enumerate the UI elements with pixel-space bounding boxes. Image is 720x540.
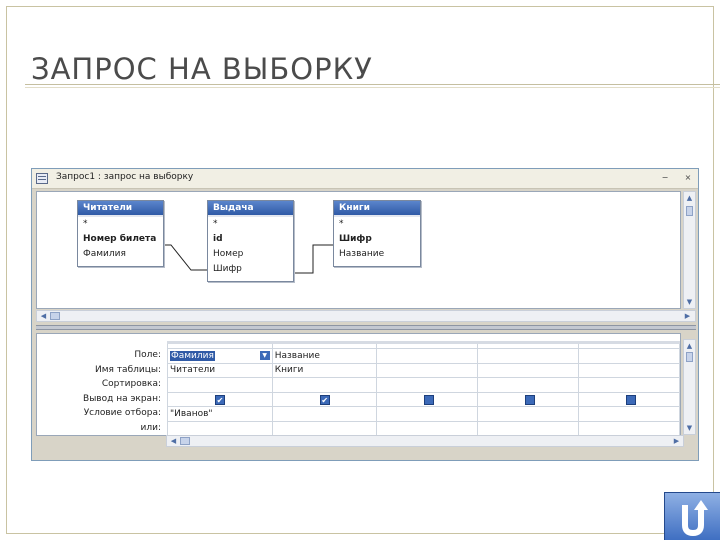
table-books-title[interactable]: Книги (334, 201, 420, 217)
field-item-key[interactable]: Номер билета (78, 232, 163, 247)
show-cell (578, 391, 680, 407)
table-issue-title[interactable]: Выдача (208, 201, 293, 217)
field-item[interactable]: * (78, 217, 163, 232)
window-titlebar[interactable]: Запрос1 : запрос на выборку − × (32, 169, 698, 189)
query-grid-pane: Поле: Имя таблицы: Сортировка: Вывод на … (36, 333, 681, 436)
row-label-or: или: (140, 422, 161, 433)
sort-cell[interactable] (167, 377, 273, 393)
field-cell[interactable]: Фамилия ▼ (167, 348, 273, 364)
window-bottom-bar (32, 449, 698, 460)
scroll-right-icon[interactable]: ▶ (682, 312, 693, 320)
query-icon (36, 173, 48, 184)
field-item[interactable]: Название (334, 247, 420, 262)
sort-cell[interactable] (271, 377, 378, 393)
sort-cell[interactable] (578, 377, 680, 393)
pane-splitter[interactable] (36, 325, 696, 330)
scrollbar-thumb[interactable] (686, 352, 693, 362)
field-cell[interactable] (376, 348, 479, 364)
title-divider-secondary (25, 87, 720, 88)
field-item[interactable]: Шифр (208, 262, 293, 277)
window-title: Запрос1 : запрос на выборку (56, 172, 194, 182)
criteria-cell[interactable]: "Иванов" (167, 406, 273, 422)
sort-cell[interactable] (477, 377, 580, 393)
scroll-up-icon[interactable]: ▲ (684, 194, 695, 202)
query-window: Запрос1 : запрос на выборку − × Читатели… (31, 168, 699, 461)
sort-cell[interactable] (376, 377, 479, 393)
scrollbar-thumb[interactable] (686, 206, 693, 216)
grid-horizontal-scrollbar[interactable]: ◀ ▶ (166, 435, 684, 447)
table-cell[interactable] (477, 362, 580, 378)
row-label-table: Имя таблицы: (95, 364, 161, 375)
table-cell[interactable]: Книги (271, 362, 378, 378)
scroll-left-icon[interactable]: ◀ (38, 312, 49, 320)
or-cell[interactable] (578, 420, 680, 436)
scrollbar-thumb[interactable] (180, 437, 190, 445)
grid-row-labels: Поле: Имя таблицы: Сортировка: Вывод на … (37, 342, 164, 435)
show-cell: ✔ (167, 391, 273, 407)
upper-horizontal-scrollbar[interactable]: ◀ ▶ (36, 310, 696, 322)
field-item-key[interactable]: id (208, 232, 293, 247)
table-readers[interactable]: Читатели * Номер билета Фамилия (77, 200, 164, 267)
scrollbar-thumb[interactable] (50, 312, 60, 320)
grid-vertical-scrollbar[interactable]: ▲ ▼ (683, 339, 696, 435)
show-checkbox-unchecked[interactable] (525, 394, 536, 405)
field-item[interactable]: * (334, 217, 420, 232)
return-button[interactable] (664, 492, 720, 540)
scroll-down-icon[interactable]: ▼ (684, 424, 695, 432)
table-readers-title[interactable]: Читатели (78, 201, 163, 217)
or-cell[interactable] (271, 420, 378, 436)
field-item-key[interactable]: Шифр (334, 232, 420, 247)
table-books[interactable]: Книги * Шифр Название (333, 200, 421, 267)
or-cell[interactable] (477, 420, 580, 436)
show-cell (376, 391, 479, 407)
table-cell[interactable] (578, 362, 680, 378)
return-arrow-icon (682, 500, 708, 537)
scroll-left-icon[interactable]: ◀ (168, 437, 179, 445)
criteria-cell[interactable] (271, 406, 378, 422)
scroll-right-icon[interactable]: ▶ (671, 437, 682, 445)
criteria-cell[interactable] (477, 406, 580, 422)
criteria-cell[interactable] (376, 406, 479, 422)
row-label-criteria: Условие отбора: (83, 408, 161, 418)
row-label-sort: Сортировка: (101, 379, 161, 389)
field-cell[interactable] (578, 348, 680, 364)
field-value: Фамилия (170, 350, 215, 361)
dropdown-icon[interactable]: ▼ (259, 351, 270, 360)
field-item[interactable]: Номер (208, 247, 293, 262)
table-cell[interactable]: Читатели (167, 362, 273, 378)
scroll-down-icon[interactable]: ▼ (684, 298, 695, 306)
or-cell[interactable] (376, 420, 479, 436)
show-checkbox-unchecked[interactable] (424, 394, 435, 405)
table-cell[interactable] (376, 362, 479, 378)
minimize-button[interactable]: − (660, 173, 670, 183)
scroll-up-icon[interactable]: ▲ (684, 342, 695, 350)
show-cell: ✔ (271, 391, 378, 407)
show-checkbox-unchecked[interactable] (626, 394, 637, 405)
table-diagram-pane: Читатели * Номер билета Фамилия Выдача *… (36, 191, 681, 309)
show-cell (477, 391, 580, 407)
criteria-cell[interactable] (578, 406, 680, 422)
field-cell[interactable] (477, 348, 580, 364)
show-checkbox-checked[interactable]: ✔ (319, 394, 330, 405)
row-label-field: Поле: (134, 350, 161, 360)
field-item[interactable]: * (208, 217, 293, 232)
field-item[interactable]: Фамилия (78, 247, 163, 262)
table-issue[interactable]: Выдача * id Номер Шифр (207, 200, 294, 282)
slide-title: ЗАПРОС НА ВЫБОРКУ (31, 52, 373, 86)
upper-vertical-scrollbar[interactable]: ▲ ▼ (683, 191, 696, 309)
show-checkbox-checked[interactable]: ✔ (215, 394, 225, 405)
query-design-grid: Фамилия ▼ Название Читатели Книги ✔ ✔ "И… (167, 341, 680, 436)
or-cell[interactable] (167, 420, 273, 436)
title-divider (25, 84, 720, 85)
close-button[interactable]: × (683, 173, 693, 183)
row-label-show: Вывод на экран: (83, 393, 161, 404)
field-cell[interactable]: Название (271, 348, 378, 364)
